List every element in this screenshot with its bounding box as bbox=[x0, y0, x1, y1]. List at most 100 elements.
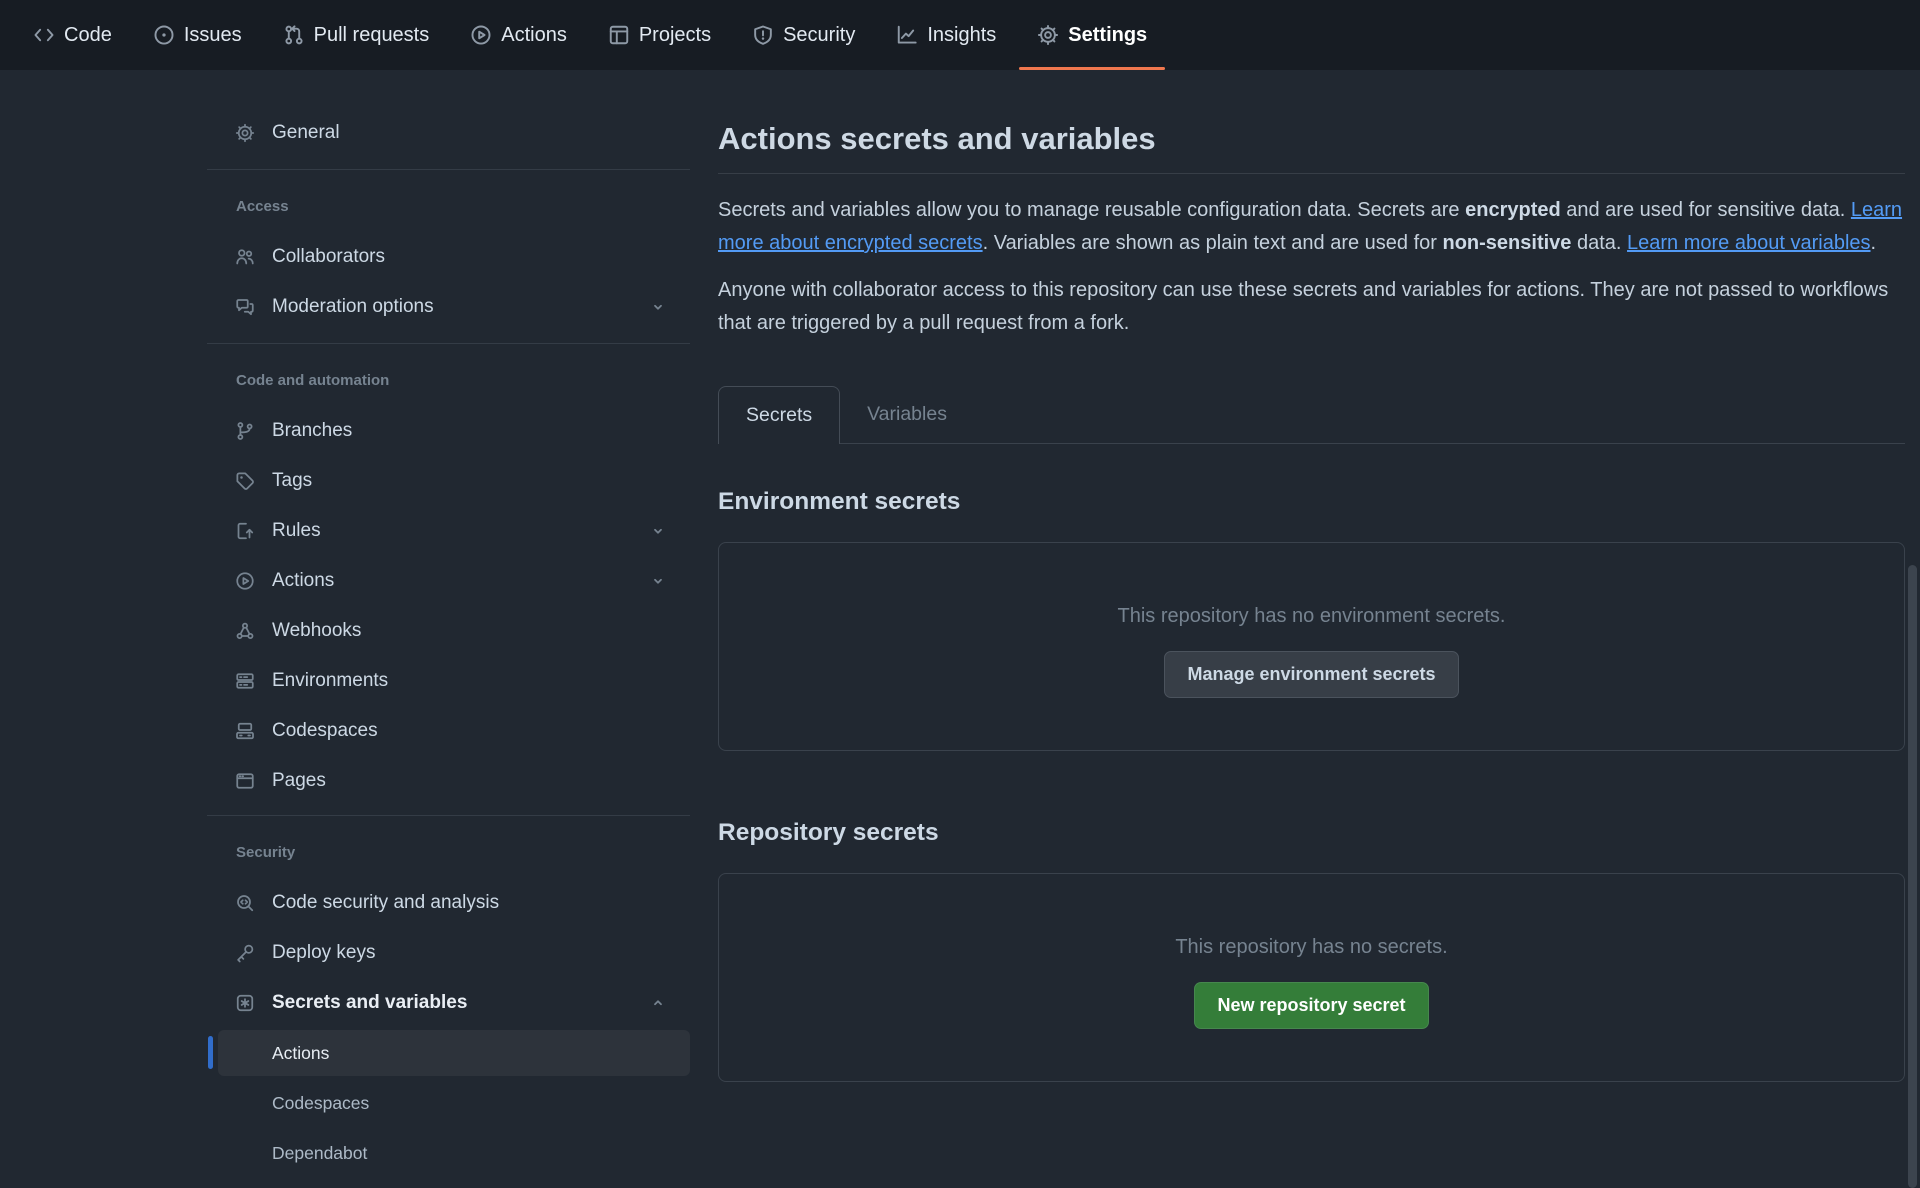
sidebar-item-label: Secrets and variables bbox=[272, 992, 467, 1014]
intro-text: and are used for sensitive data. bbox=[1561, 199, 1851, 221]
sidebar-subitem-label: Actions bbox=[272, 1043, 329, 1064]
nav-tab-label: Pull requests bbox=[314, 24, 430, 47]
link-variables[interactable]: Learn more about variables bbox=[1627, 232, 1870, 254]
sidebar-subitem-codespaces[interactable]: Codespaces bbox=[207, 1078, 690, 1128]
sidebar-item-collaborators[interactable]: Collaborators bbox=[207, 232, 690, 282]
nav-tab-code[interactable]: Code bbox=[33, 0, 112, 70]
tab-variables[interactable]: Variables bbox=[840, 386, 974, 443]
sidebar-item-environments[interactable]: Environments bbox=[207, 656, 690, 706]
nav-tab-label: Security bbox=[783, 24, 855, 47]
sidebar-item-deploy-keys[interactable]: Deploy keys bbox=[207, 928, 690, 978]
chevron-down-icon bbox=[650, 299, 666, 315]
nav-tab-projects[interactable]: Projects bbox=[608, 0, 711, 70]
sidebar-item-label: Moderation options bbox=[272, 296, 434, 318]
chevron-down-icon bbox=[650, 573, 666, 589]
sidebar-item-label: Collaborators bbox=[272, 246, 385, 268]
comment-discussion-icon bbox=[235, 297, 255, 317]
sidebar-item-tags[interactable]: Tags bbox=[207, 456, 690, 506]
intro-bold-non-sensitive: non-sensitive bbox=[1443, 232, 1572, 254]
sidebar-item-code-security[interactable]: Code security and analysis bbox=[207, 878, 690, 928]
intro-text: Secrets and variables allow you to manag… bbox=[718, 199, 1465, 221]
sidebar-item-label: General bbox=[272, 122, 340, 144]
sidebar-item-moderation-options[interactable]: Moderation options bbox=[207, 282, 690, 332]
tag-icon bbox=[235, 471, 255, 491]
repository-secrets-heading: Repository secrets bbox=[718, 819, 1905, 847]
nav-tab-pull-requests[interactable]: Pull requests bbox=[283, 0, 430, 70]
sidebar-section-security: Security bbox=[207, 840, 690, 866]
key-asterisk-icon bbox=[235, 993, 255, 1013]
sidebar-item-secrets-and-variables[interactable]: Secrets and variables bbox=[207, 978, 690, 1028]
sidebar-item-webhooks[interactable]: Webhooks bbox=[207, 606, 690, 656]
vertical-scrollbar-thumb[interactable] bbox=[1908, 565, 1917, 1188]
manage-environment-secrets-button[interactable]: Manage environment secrets bbox=[1164, 651, 1458, 698]
nav-tab-actions[interactable]: Actions bbox=[470, 0, 567, 70]
sidebar-item-label: Rules bbox=[272, 520, 321, 542]
page-title: Actions secrets and variables bbox=[718, 121, 1905, 174]
secrets-variables-tablist: Secrets Variables bbox=[718, 386, 1905, 444]
sidebar-section-code-and-automation: Code and automation bbox=[207, 368, 690, 394]
sidebar-section-access: Access bbox=[207, 194, 690, 220]
settings-content: Actions secrets and variables Secrets an… bbox=[718, 121, 1905, 1082]
intro-text: data. bbox=[1571, 232, 1627, 254]
key-icon bbox=[235, 943, 255, 963]
nav-tab-issues[interactable]: Issues bbox=[153, 0, 242, 70]
sidebar-item-label: Code security and analysis bbox=[272, 892, 499, 914]
sidebar-item-label: Codespaces bbox=[272, 720, 378, 742]
environment-secrets-empty-text: This repository has no environment secre… bbox=[1118, 603, 1506, 629]
sidebar-item-label: Webhooks bbox=[272, 620, 361, 642]
nav-tab-label: Settings bbox=[1068, 24, 1147, 47]
sidebar-item-label: Tags bbox=[272, 470, 312, 492]
sidebar-subitem-actions-selected[interactable]: Actions bbox=[218, 1030, 690, 1076]
nav-tab-label: Issues bbox=[184, 24, 242, 47]
environment-secrets-empty-box: This repository has no environment secre… bbox=[718, 542, 1905, 751]
tab-secrets[interactable]: Secrets bbox=[718, 386, 840, 444]
sidebar-subitem-dependabot[interactable]: Dependabot bbox=[207, 1128, 690, 1178]
intro-paragraph: Secrets and variables allow you to manag… bbox=[718, 194, 1905, 260]
play-icon bbox=[470, 24, 492, 46]
code-icon bbox=[33, 24, 55, 46]
sidebar-item-label: Branches bbox=[272, 420, 352, 442]
sidebar-item-pages[interactable]: Pages bbox=[207, 756, 690, 806]
codespaces-icon bbox=[235, 721, 255, 741]
repository-secrets-empty-text: This repository has no secrets. bbox=[1175, 934, 1447, 960]
sidebar-subitem-label: Codespaces bbox=[272, 1093, 369, 1114]
sidebar-item-codespaces[interactable]: Codespaces bbox=[207, 706, 690, 756]
issue-opened-icon bbox=[153, 24, 175, 46]
nav-tab-insights[interactable]: Insights bbox=[896, 0, 996, 70]
sidebar-divider bbox=[207, 343, 690, 344]
chevron-up-icon bbox=[650, 995, 666, 1011]
rules-icon bbox=[235, 521, 255, 541]
sidebar-item-rules[interactable]: Rules bbox=[207, 506, 690, 556]
repo-tab-bar: Code Issues Pull requests Actions Projec… bbox=[0, 0, 1920, 70]
codescan-icon bbox=[235, 893, 255, 913]
webhook-icon bbox=[235, 621, 255, 641]
environment-secrets-heading: Environment secrets bbox=[718, 488, 1905, 516]
git-pull-request-icon bbox=[283, 24, 305, 46]
sidebar-divider bbox=[207, 815, 690, 816]
nav-tab-label: Code bbox=[64, 24, 112, 47]
intro-text: . bbox=[1871, 232, 1877, 254]
sidebar-item-label: Actions bbox=[272, 570, 334, 592]
nav-tab-security[interactable]: Security bbox=[752, 0, 855, 70]
nav-tab-label: Actions bbox=[501, 24, 567, 47]
sidebar-item-general[interactable]: General bbox=[207, 108, 690, 158]
server-rows-icon bbox=[235, 671, 255, 691]
sidebar-item-label: Environments bbox=[272, 670, 388, 692]
intro-bold-encrypted: encrypted bbox=[1465, 199, 1561, 221]
chevron-down-icon bbox=[650, 523, 666, 539]
sidebar-item-label: Pages bbox=[272, 770, 326, 792]
repository-secrets-empty-box: This repository has no secrets. New repo… bbox=[718, 873, 1905, 1082]
play-icon bbox=[235, 571, 255, 591]
new-repository-secret-button[interactable]: New repository secret bbox=[1194, 982, 1428, 1029]
sidebar-item-label: Deploy keys bbox=[272, 942, 376, 964]
gear-icon bbox=[235, 123, 255, 143]
git-branch-icon bbox=[235, 421, 255, 441]
graph-icon bbox=[896, 24, 918, 46]
sidebar-divider bbox=[207, 169, 690, 170]
sidebar-item-branches[interactable]: Branches bbox=[207, 406, 690, 456]
nav-tab-settings[interactable]: Settings bbox=[1037, 0, 1147, 70]
shield-icon bbox=[752, 24, 774, 46]
settings-sidebar: General Access Collaborators Moderation … bbox=[207, 108, 690, 1178]
selected-accent-bar bbox=[208, 1036, 213, 1069]
sidebar-item-actions[interactable]: Actions bbox=[207, 556, 690, 606]
